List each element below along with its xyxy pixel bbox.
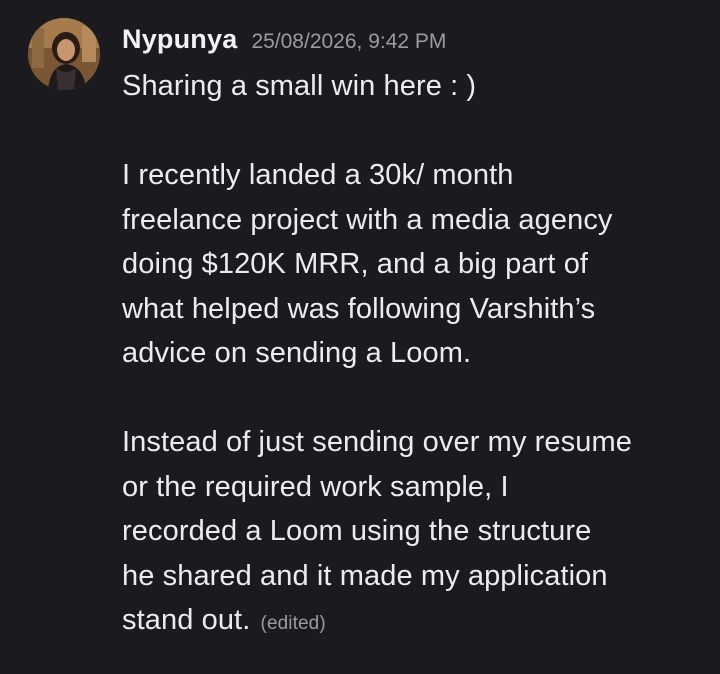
text-line: or the required work sample, I bbox=[122, 470, 509, 503]
text-line-last: stand out. (edited) bbox=[122, 598, 714, 647]
text-line: doing $120K MRR, and a big part of bbox=[122, 248, 589, 280]
text-line: stand out. bbox=[122, 604, 251, 636]
message-header: Nypunya 25/08/2026, 9:42 PM bbox=[122, 24, 714, 64]
timestamp[interactable]: 25/08/2026, 9:42 PM bbox=[251, 30, 446, 54]
text-line: freelance project with a media agency bbox=[122, 203, 613, 236]
edited-label: (edited) bbox=[260, 613, 326, 634]
text-line: Sharing a small win here : ) bbox=[122, 70, 477, 102]
paragraph-3: Instead of just sending over my resume o… bbox=[122, 420, 714, 647]
avatar-photo-icon bbox=[28, 18, 100, 90]
text-line: recorded a Loom using the structure bbox=[122, 515, 592, 547]
text-line: what helped was following Varshith’s bbox=[122, 292, 596, 325]
text-line: he shared and it made my application bbox=[122, 559, 608, 592]
text-line: I recently landed a 30k/ month bbox=[122, 159, 514, 191]
paragraph-1: Sharing a small win here : ) bbox=[122, 64, 714, 109]
chat-message: Nypunya 25/08/2026, 9:42 PM Sharing a sm… bbox=[0, 0, 720, 674]
avatar[interactable] bbox=[28, 18, 100, 90]
message-body: Sharing a small win here : ) I recently … bbox=[122, 64, 714, 647]
username[interactable]: Nypunya bbox=[122, 24, 237, 55]
message-content: Nypunya 25/08/2026, 9:42 PM Sharing a sm… bbox=[122, 24, 714, 647]
paragraph-2: I recently landed a 30k/ month freelance… bbox=[122, 153, 714, 376]
text-line: Instead of just sending over my resume bbox=[122, 426, 632, 458]
text-line: advice on sending a Loom. bbox=[122, 337, 472, 369]
